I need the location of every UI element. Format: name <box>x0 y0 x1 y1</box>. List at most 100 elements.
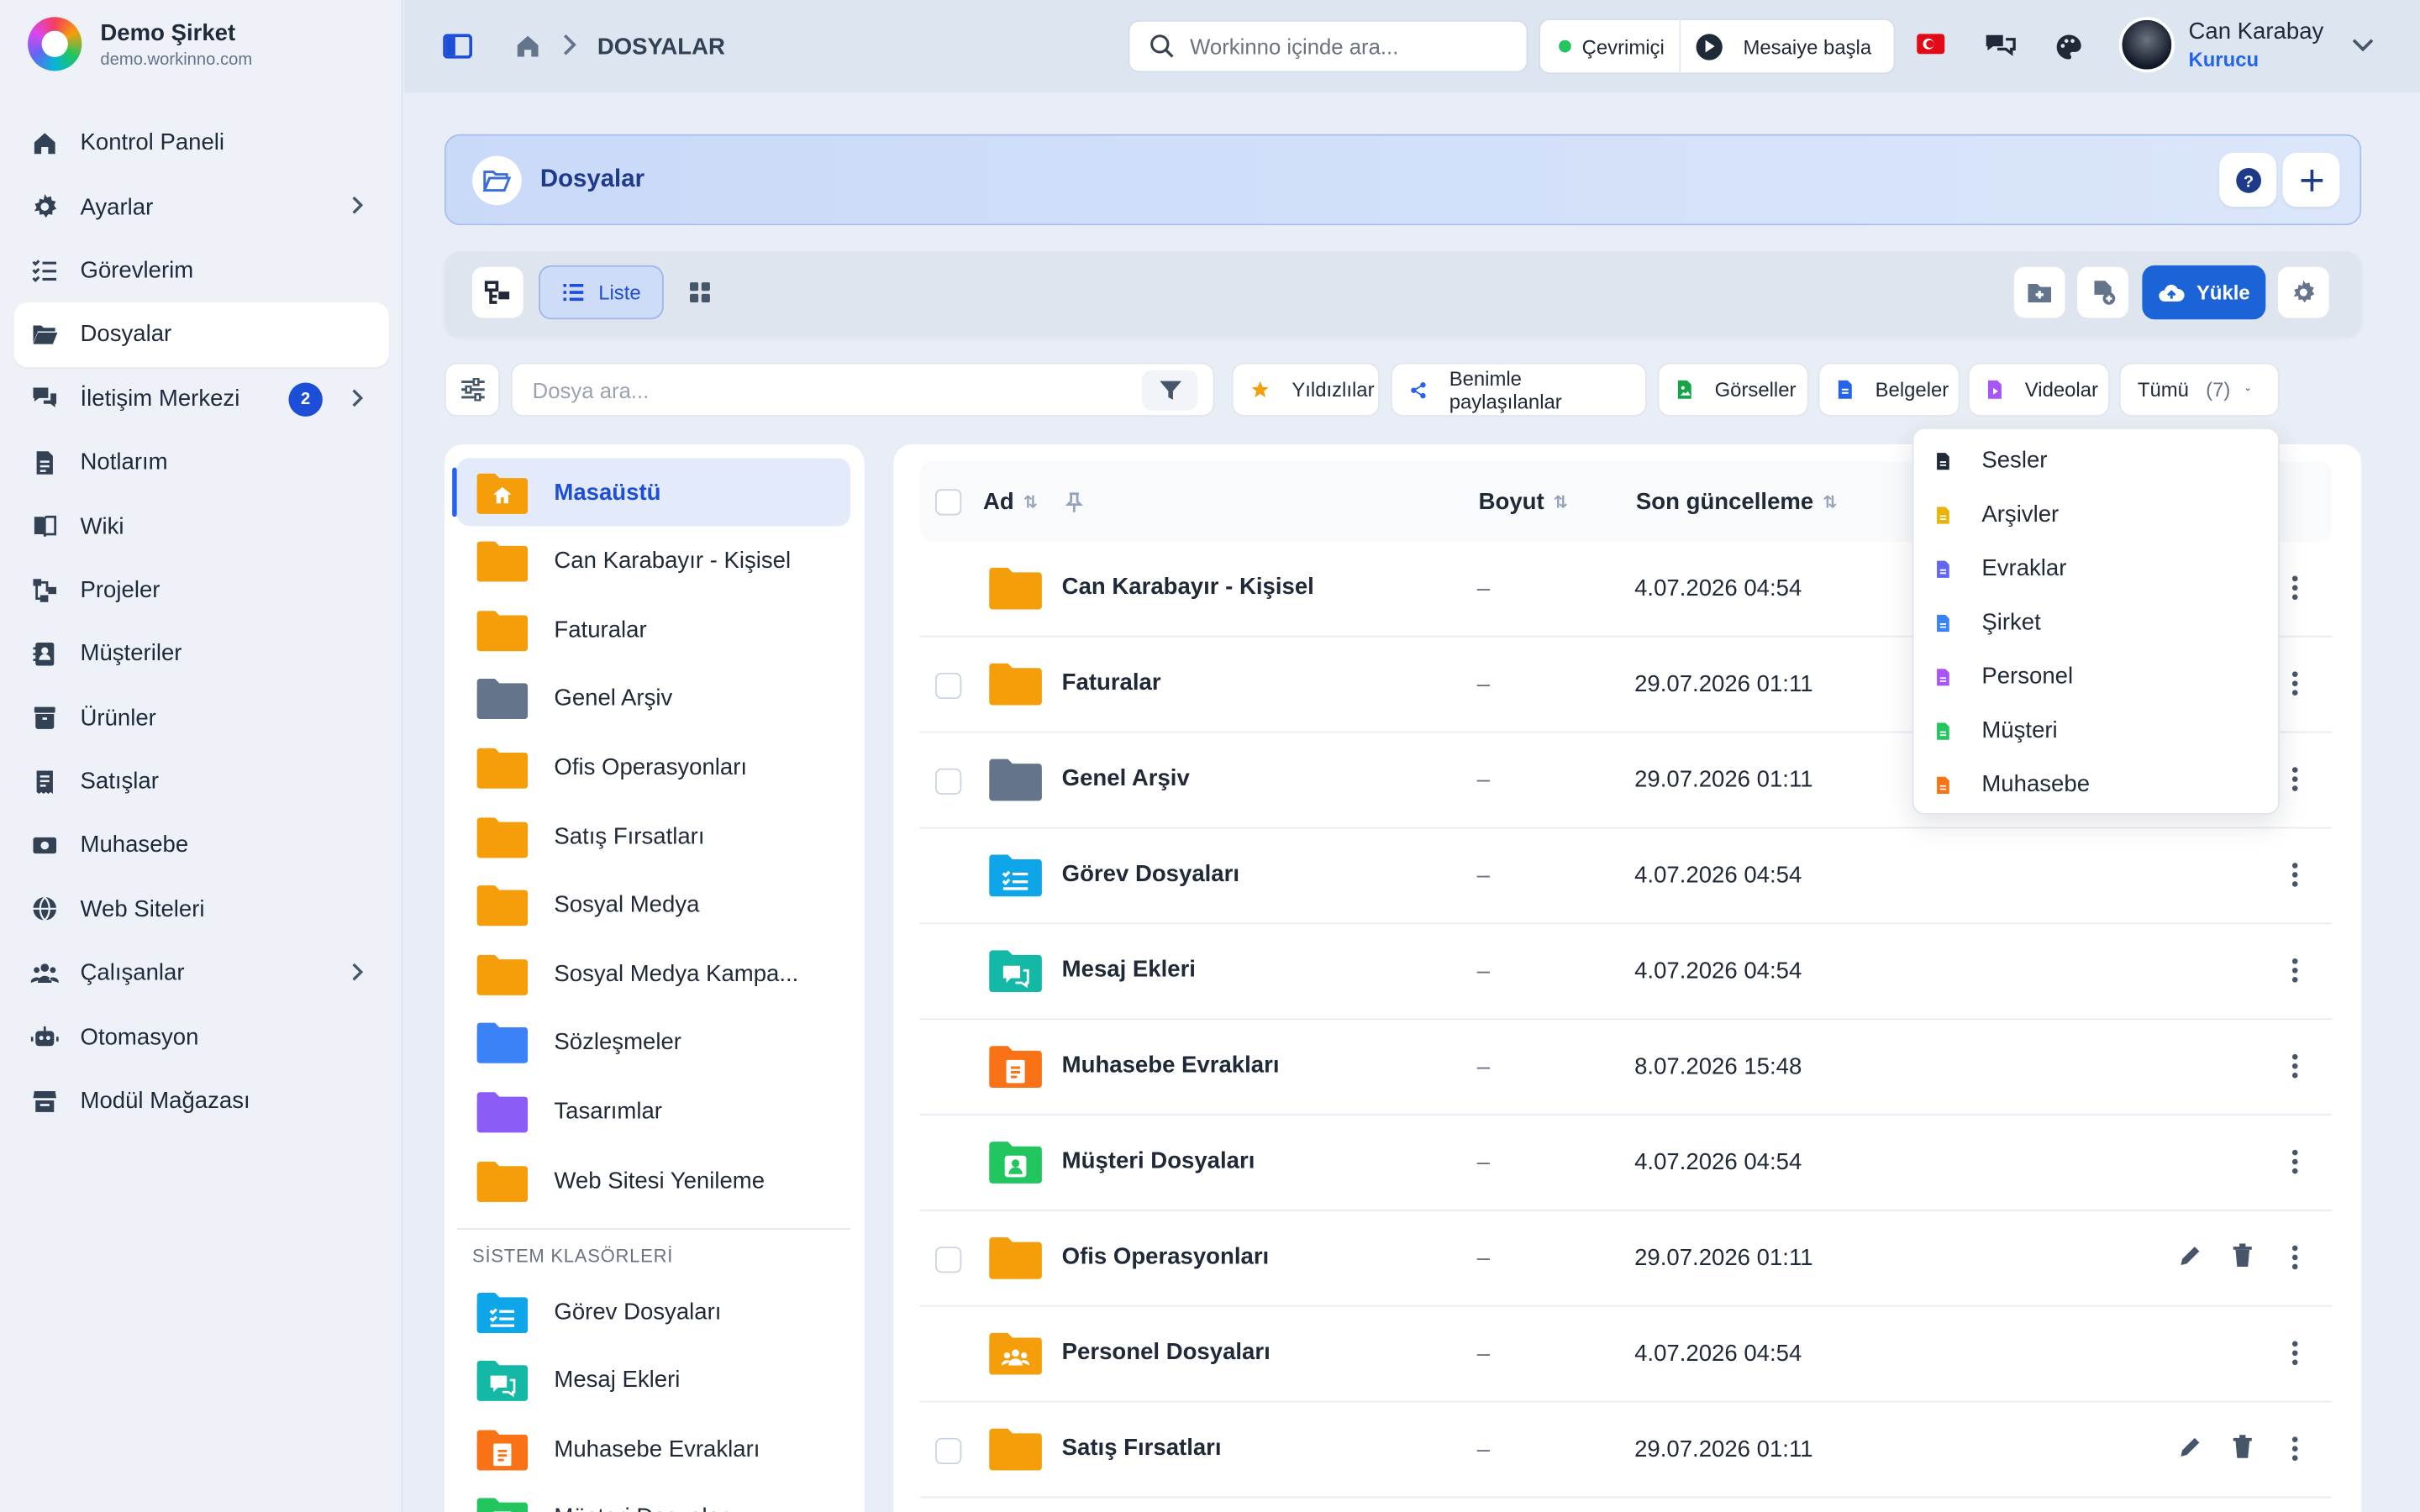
funnel-icon[interactable] <box>1142 370 1198 411</box>
more-vertical-icon[interactable] <box>2283 1435 2307 1462</box>
sidebar-item-wiki[interactable]: Wiki <box>14 494 389 558</box>
table-row[interactable]: Personel Dosyaları – 4.07.2026 04:54 <box>919 1307 2333 1403</box>
row-checkbox[interactable] <box>935 1247 962 1273</box>
all-types-dropdown[interactable]: Tümü (7) <box>2118 362 2280 417</box>
palette-icon[interactable] <box>2053 31 2084 62</box>
table-row[interactable]: Görev Dosyaları – 4.07.2026 04:54 <box>919 828 2333 925</box>
documents-filter-chip[interactable]: Belgeler <box>1818 362 1960 417</box>
table-row[interactable]: Muhasebe Evrakları – 8.07.2026 15:48 <box>919 1020 2333 1116</box>
tree-folder-item[interactable]: Sosyal Medya Kampa... <box>457 940 850 1008</box>
start-shift-button[interactable]: Mesaiye başla <box>1744 34 1872 58</box>
videos-filter-chip[interactable]: Videolar <box>1967 362 2110 417</box>
tree-folder-item[interactable]: Faturalar <box>457 596 850 664</box>
file-name[interactable]: Müşteri Dosyaları <box>1062 1148 1255 1174</box>
new-folder-button[interactable] <box>2012 265 2067 320</box>
sidebar-item-görevlerim[interactable]: Görevlerim <box>14 239 389 302</box>
more-vertical-icon[interactable] <box>2283 957 2307 984</box>
images-filter-chip[interactable]: Görseller <box>1657 362 1809 417</box>
more-vertical-icon[interactable] <box>2283 669 2307 697</box>
upload-button[interactable]: Yükle <box>2142 265 2266 320</box>
sidebar-item-i-letişim-merkezi[interactable]: İletişim Merkezi 2 <box>14 366 389 430</box>
help-button[interactable]: ? <box>2219 152 2277 207</box>
pencil-icon[interactable] <box>2178 1243 2202 1268</box>
sidebar-item-satışlar[interactable]: Satışlar <box>14 749 389 813</box>
sidebar-item-müşteriler[interactable]: Müşteriler <box>14 622 389 685</box>
chat-support-icon[interactable] <box>1983 29 2017 63</box>
shared-with-me-filter-chip[interactable]: Benimle paylaşılanlar <box>1390 362 1647 417</box>
tree-folder-item[interactable]: Satış Fırsatları <box>457 802 850 870</box>
file-name[interactable]: Görev Dosyaları <box>1062 861 1239 887</box>
sidebar-item-modül-mağazası[interactable]: Modül Mağazası <box>14 1069 389 1133</box>
dropdown-item[interactable]: Muhasebe <box>1914 758 2278 811</box>
file-name[interactable]: Can Karabayır - Kişisel <box>1062 574 1314 600</box>
table-row[interactable]: Müşteri Dosyaları – 4.07.2026 04:54 <box>919 1116 2333 1211</box>
tree-folder-item[interactable]: Tasarımlar <box>457 1078 850 1146</box>
more-vertical-icon[interactable] <box>2283 861 2307 889</box>
more-vertical-icon[interactable] <box>2283 1339 2307 1367</box>
sidebar-item-ürünler[interactable]: Ürünler <box>14 685 389 749</box>
dropdown-item[interactable]: Personel <box>1914 649 2278 703</box>
file-name[interactable]: Faturalar <box>1062 669 1161 696</box>
pin-icon[interactable] <box>1065 491 1084 513</box>
tree-system-folder-item[interactable]: Görev Dosyaları <box>457 1278 850 1346</box>
trash-icon[interactable] <box>2232 1435 2254 1459</box>
sidebar-item-otomasyon[interactable]: Otomasyon <box>14 1005 389 1069</box>
new-file-button[interactable] <box>2075 265 2130 320</box>
dropdown-item[interactable]: Şirket <box>1914 596 2278 649</box>
dropdown-item[interactable]: Arşivler <box>1914 487 2278 541</box>
table-row[interactable]: Ofis Operasyonları – 29.07.2026 01:11 <box>919 1211 2333 1307</box>
row-checkbox[interactable] <box>935 672 962 700</box>
tree-system-folder-item[interactable]: Mesaj Ekleri <box>457 1347 850 1415</box>
tree-system-folder-item[interactable]: Müşteri Dosyaları <box>457 1484 850 1512</box>
file-name[interactable]: Genel Arşiv <box>1062 765 1190 791</box>
more-vertical-icon[interactable] <box>2283 574 2307 601</box>
tree-folder-item[interactable]: Sosyal Medya <box>457 871 850 939</box>
sidebar-item-ayarlar[interactable]: Ayarlar <box>14 175 389 239</box>
add-button[interactable] <box>2282 152 2340 207</box>
sidebar-item-dosyalar[interactable]: Dosyalar <box>13 302 389 367</box>
file-name[interactable]: Mesaj Ekleri <box>1062 957 1196 983</box>
tree-folder-item[interactable]: Web Sitesi Yenileme <box>457 1147 850 1215</box>
file-name[interactable]: Satış Fırsatları <box>1062 1435 1222 1461</box>
tree-folder-item[interactable]: Sözleşmeler <box>457 1009 850 1077</box>
tree-folder-item[interactable]: Ofis Operasyonları <box>457 733 850 801</box>
sidebar-toggle-icon[interactable] <box>441 31 472 62</box>
sidebar-item-çalışanlar[interactable]: Çalışanlar <box>14 942 389 1005</box>
sidebar-item-notlarım[interactable]: Notlarım <box>14 430 389 494</box>
user-menu[interactable]: Can Karabay Kurucu <box>2118 17 2373 73</box>
grid-view-button[interactable] <box>673 265 727 319</box>
sidebar-item-muhasebe[interactable]: Muhasebe <box>14 814 389 878</box>
tree-folder-item[interactable]: Can Karabayır - Kişisel <box>457 527 850 595</box>
updated-column-header[interactable]: Son güncelleme ⇅ <box>1636 489 1837 515</box>
row-checkbox[interactable] <box>935 1437 962 1465</box>
pencil-icon[interactable] <box>2178 1435 2202 1459</box>
dropdown-item[interactable]: Müşteri <box>1914 704 2278 758</box>
more-vertical-icon[interactable] <box>2283 1243 2307 1271</box>
sidebar-item-kontrol-paneli[interactable]: Kontrol Paneli <box>14 111 389 175</box>
global-search-input[interactable]: Workinno içinde ara... <box>1128 19 1528 73</box>
tree-view-button[interactable] <box>471 265 525 320</box>
more-vertical-icon[interactable] <box>2283 1053 2307 1080</box>
row-checkbox[interactable] <box>935 768 962 795</box>
size-column-header[interactable]: Boyut ⇅ <box>1479 489 1568 515</box>
settings-button[interactable] <box>2276 265 2331 320</box>
starred-filter-chip[interactable]: Yıldızlılar <box>1231 362 1381 417</box>
dropdown-item[interactable]: Sesler <box>1914 433 2278 487</box>
file-name[interactable]: Muhasebe Evrakları <box>1062 1053 1280 1079</box>
table-row[interactable]: Mesaj Ekleri – 4.07.2026 04:54 <box>919 924 2333 1021</box>
name-column-header[interactable]: Ad ⇅ <box>983 489 1084 515</box>
select-all-checkbox[interactable] <box>935 489 962 516</box>
turkish-flag-icon[interactable] <box>1917 34 1945 55</box>
file-name[interactable]: Personel Dosyaları <box>1062 1339 1270 1365</box>
sidebar-item-projeler[interactable]: Projeler <box>14 558 389 622</box>
brand[interactable]: Demo Şirket demo.workinno.com <box>28 17 252 71</box>
filter-settings-button[interactable] <box>444 362 501 417</box>
trash-icon[interactable] <box>2232 1243 2254 1268</box>
list-view-button[interactable]: Liste <box>539 265 664 320</box>
table-row[interactable]: Satış Fırsatları – 29.07.2026 01:11 <box>919 1403 2333 1499</box>
dropdown-item[interactable]: Evraklar <box>1914 542 2278 596</box>
tree-folder-item[interactable]: Genel Arşiv <box>457 664 850 732</box>
more-vertical-icon[interactable] <box>2283 765 2307 793</box>
tree-system-folder-item[interactable]: Muhasebe Evrakları <box>457 1415 850 1483</box>
sidebar-item-web-siteleri[interactable]: Web Siteleri <box>14 878 389 942</box>
